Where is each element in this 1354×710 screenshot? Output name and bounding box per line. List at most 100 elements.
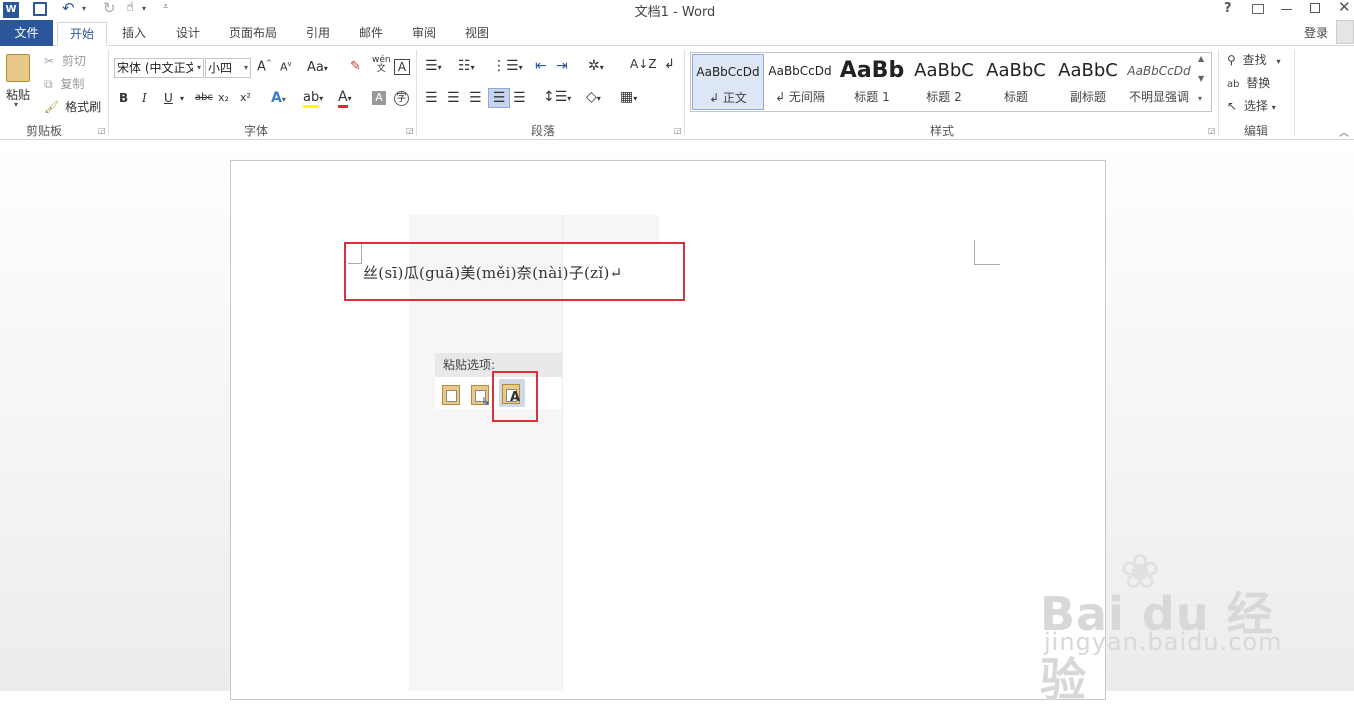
divider (1294, 50, 1295, 136)
style-normal[interactable]: AaBbCcDd ↲ 正文 (692, 54, 764, 110)
margin-mark-right (974, 240, 1000, 265)
line-spacing-icon[interactable]: ↕☰▾ (543, 89, 571, 105)
shrink-font-icon[interactable]: Av (280, 60, 292, 74)
strikethrough-button[interactable]: abc (195, 92, 213, 103)
bold-button[interactable]: B (119, 91, 128, 105)
style-title[interactable]: AaBbC 标题 (980, 54, 1052, 110)
style-subtle-emphasis[interactable]: AaBbCcDd 不明显强调 (1124, 54, 1194, 110)
phonetic-guide-button[interactable]: wén 文 (372, 56, 391, 74)
format-painter-button[interactable]: 🖌 格式刷 (44, 98, 101, 115)
underline-dropdown-icon[interactable]: ▾ (180, 94, 184, 103)
font-name-combo[interactable]: 宋体 (中文正文) ▾ (114, 58, 204, 78)
tab-view[interactable]: 视图 (455, 22, 499, 46)
show-marks-icon[interactable]: ↲ (664, 57, 675, 72)
clipboard-launcher-icon[interactable]: ◲ (98, 126, 106, 135)
chevron-down-icon: ▾ (1271, 103, 1276, 112)
style-no-spacing[interactable]: AaBbCcDd ↲ 无间隔 (764, 54, 836, 110)
keep-source-formatting-icon[interactable] (440, 381, 464, 407)
font-launcher-icon[interactable]: ◲ (406, 126, 414, 135)
ribbon: 粘贴 ▾ ✂ 剪切 ⧉ 复制 🖌 格式刷 剪贴板 ◲ 宋体 (中文正文) ▾ 小… (0, 46, 1354, 140)
save-icon[interactable] (33, 2, 47, 16)
paragraph-group-label: 段落 (530, 124, 555, 138)
chinese-layout-icon[interactable]: ✲▾ (588, 58, 604, 74)
minimize-button[interactable] (1281, 9, 1292, 10)
binoculars-icon: ⚲ (1227, 53, 1236, 67)
avatar[interactable] (1336, 20, 1354, 44)
find-label: 查找 (1242, 53, 1267, 67)
tab-design[interactable]: 设计 (166, 22, 210, 46)
change-case-button[interactable]: Aa▾ (307, 60, 328, 75)
decrease-indent-icon[interactable]: ⇤ (535, 58, 547, 74)
style-heading-2[interactable]: AaBbC 标题 2 (908, 54, 980, 110)
style-subtitle[interactable]: AaBbC 副标题 (1052, 54, 1124, 110)
help-button[interactable]: ? (1224, 1, 1232, 16)
title-bar: W ↶ ▾ ↻ ☝ ▾ ⩡ 文档1 - Word ? ✕ (0, 0, 1354, 20)
undo-icon[interactable]: ↶ (62, 0, 75, 17)
restore-button[interactable] (1310, 3, 1320, 13)
collapse-ribbon-icon[interactable]: ︿ (1339, 124, 1349, 139)
character-shading-icon[interactable]: A (372, 91, 386, 105)
style-name: 副标题 (1069, 90, 1106, 104)
tab-layout[interactable]: 页面布局 (222, 22, 284, 46)
font-color-icon[interactable]: A▾ (338, 89, 352, 108)
style-name: 标题 (1003, 90, 1028, 104)
find-button[interactable]: ⚲ 查找 ▾ (1227, 51, 1280, 68)
styles-scroll-up-icon[interactable]: ▲ (1198, 54, 1204, 63)
cut-button[interactable]: ✂ 剪切 (44, 52, 86, 69)
copy-button[interactable]: ⧉ 复制 (44, 75, 84, 92)
cut-label: 剪切 (61, 54, 86, 68)
character-border-icon[interactable]: A (394, 59, 410, 75)
highlight-color-icon[interactable]: ab▾ (303, 90, 323, 108)
login-link[interactable]: 登录 (1304, 24, 1328, 41)
multilevel-list-icon[interactable]: ⋮☰▾ (492, 58, 523, 74)
superscript-button[interactable]: x² (240, 91, 251, 104)
align-right-icon[interactable]: ☰ (469, 90, 482, 106)
select-button[interactable]: ↖ 选择 ▾ (1227, 97, 1276, 114)
shading-icon[interactable]: ◇▾ (586, 89, 601, 105)
sort-icon[interactable]: A↓Z (630, 57, 656, 71)
paste-option-highlight-box (492, 371, 538, 422)
enclose-characters-icon[interactable]: 字 (394, 91, 409, 106)
style-heading-1[interactable]: AaBb 标题 1 (836, 54, 908, 110)
italic-button[interactable]: I (142, 91, 147, 105)
grow-font-icon[interactable]: A^ (257, 59, 272, 74)
tab-file[interactable]: 文件 (0, 20, 53, 46)
tab-insert[interactable]: 插入 (112, 22, 156, 46)
paragraph-launcher-icon[interactable]: ◲ (674, 126, 682, 135)
borders-icon[interactable]: ▦▾ (620, 89, 637, 105)
clear-formatting-icon[interactable]: ✎ (350, 59, 361, 74)
customize-qat-icon[interactable]: ⩡ (163, 2, 168, 12)
window-title: 文档1 - Word (634, 5, 716, 20)
align-center-icon[interactable]: ☰ (447, 90, 460, 106)
redo-icon[interactable]: ↻ (103, 0, 116, 17)
styles-scroll-down-icon[interactable]: ▼ (1198, 74, 1204, 83)
numbering-icon[interactable]: ☷▾ (458, 58, 475, 74)
style-preview: AaBbCcDd (1127, 64, 1191, 78)
font-size-combo[interactable]: 小四 ▾ (205, 58, 251, 78)
undo-dropdown-icon[interactable]: ▾ (82, 4, 86, 13)
chevron-down-icon: ▾ (243, 63, 248, 72)
text-effects-icon[interactable]: A▾ (271, 90, 286, 106)
subscript-button[interactable]: x₂ (218, 91, 229, 104)
tab-home[interactable]: 开始 (57, 22, 107, 46)
distributed-icon[interactable]: ☰ (513, 90, 526, 106)
tab-mailings[interactable]: 邮件 (349, 22, 393, 46)
styles-more-icon[interactable]: ▾ (1198, 94, 1202, 103)
close-button[interactable]: ✕ (1338, 0, 1351, 16)
increase-indent-icon[interactable]: ⇥ (556, 58, 568, 74)
paste-button[interactable]: 粘贴 ▾ (4, 52, 34, 112)
tab-review[interactable]: 审阅 (402, 22, 446, 46)
replace-button[interactable]: ab 替换 (1227, 74, 1270, 91)
ribbon-display-options-icon[interactable] (1252, 4, 1264, 14)
bullets-icon[interactable]: ☰▾ (425, 58, 442, 74)
align-left-icon[interactable]: ☰ (425, 90, 438, 106)
tab-references[interactable]: 引用 (296, 22, 340, 46)
touch-mode-icon[interactable]: ☝ (126, 0, 134, 15)
style-name: ↲ 无间隔 (775, 90, 825, 104)
justify-icon[interactable]: ☰ (488, 88, 510, 108)
touch-dropdown-icon[interactable]: ▾ (142, 4, 146, 13)
change-case-label: Aa (307, 60, 324, 75)
merge-formatting-icon[interactable]: ↳ (469, 381, 493, 408)
styles-launcher-icon[interactable]: ◲ (1208, 126, 1216, 135)
underline-button[interactable]: U (164, 91, 173, 105)
